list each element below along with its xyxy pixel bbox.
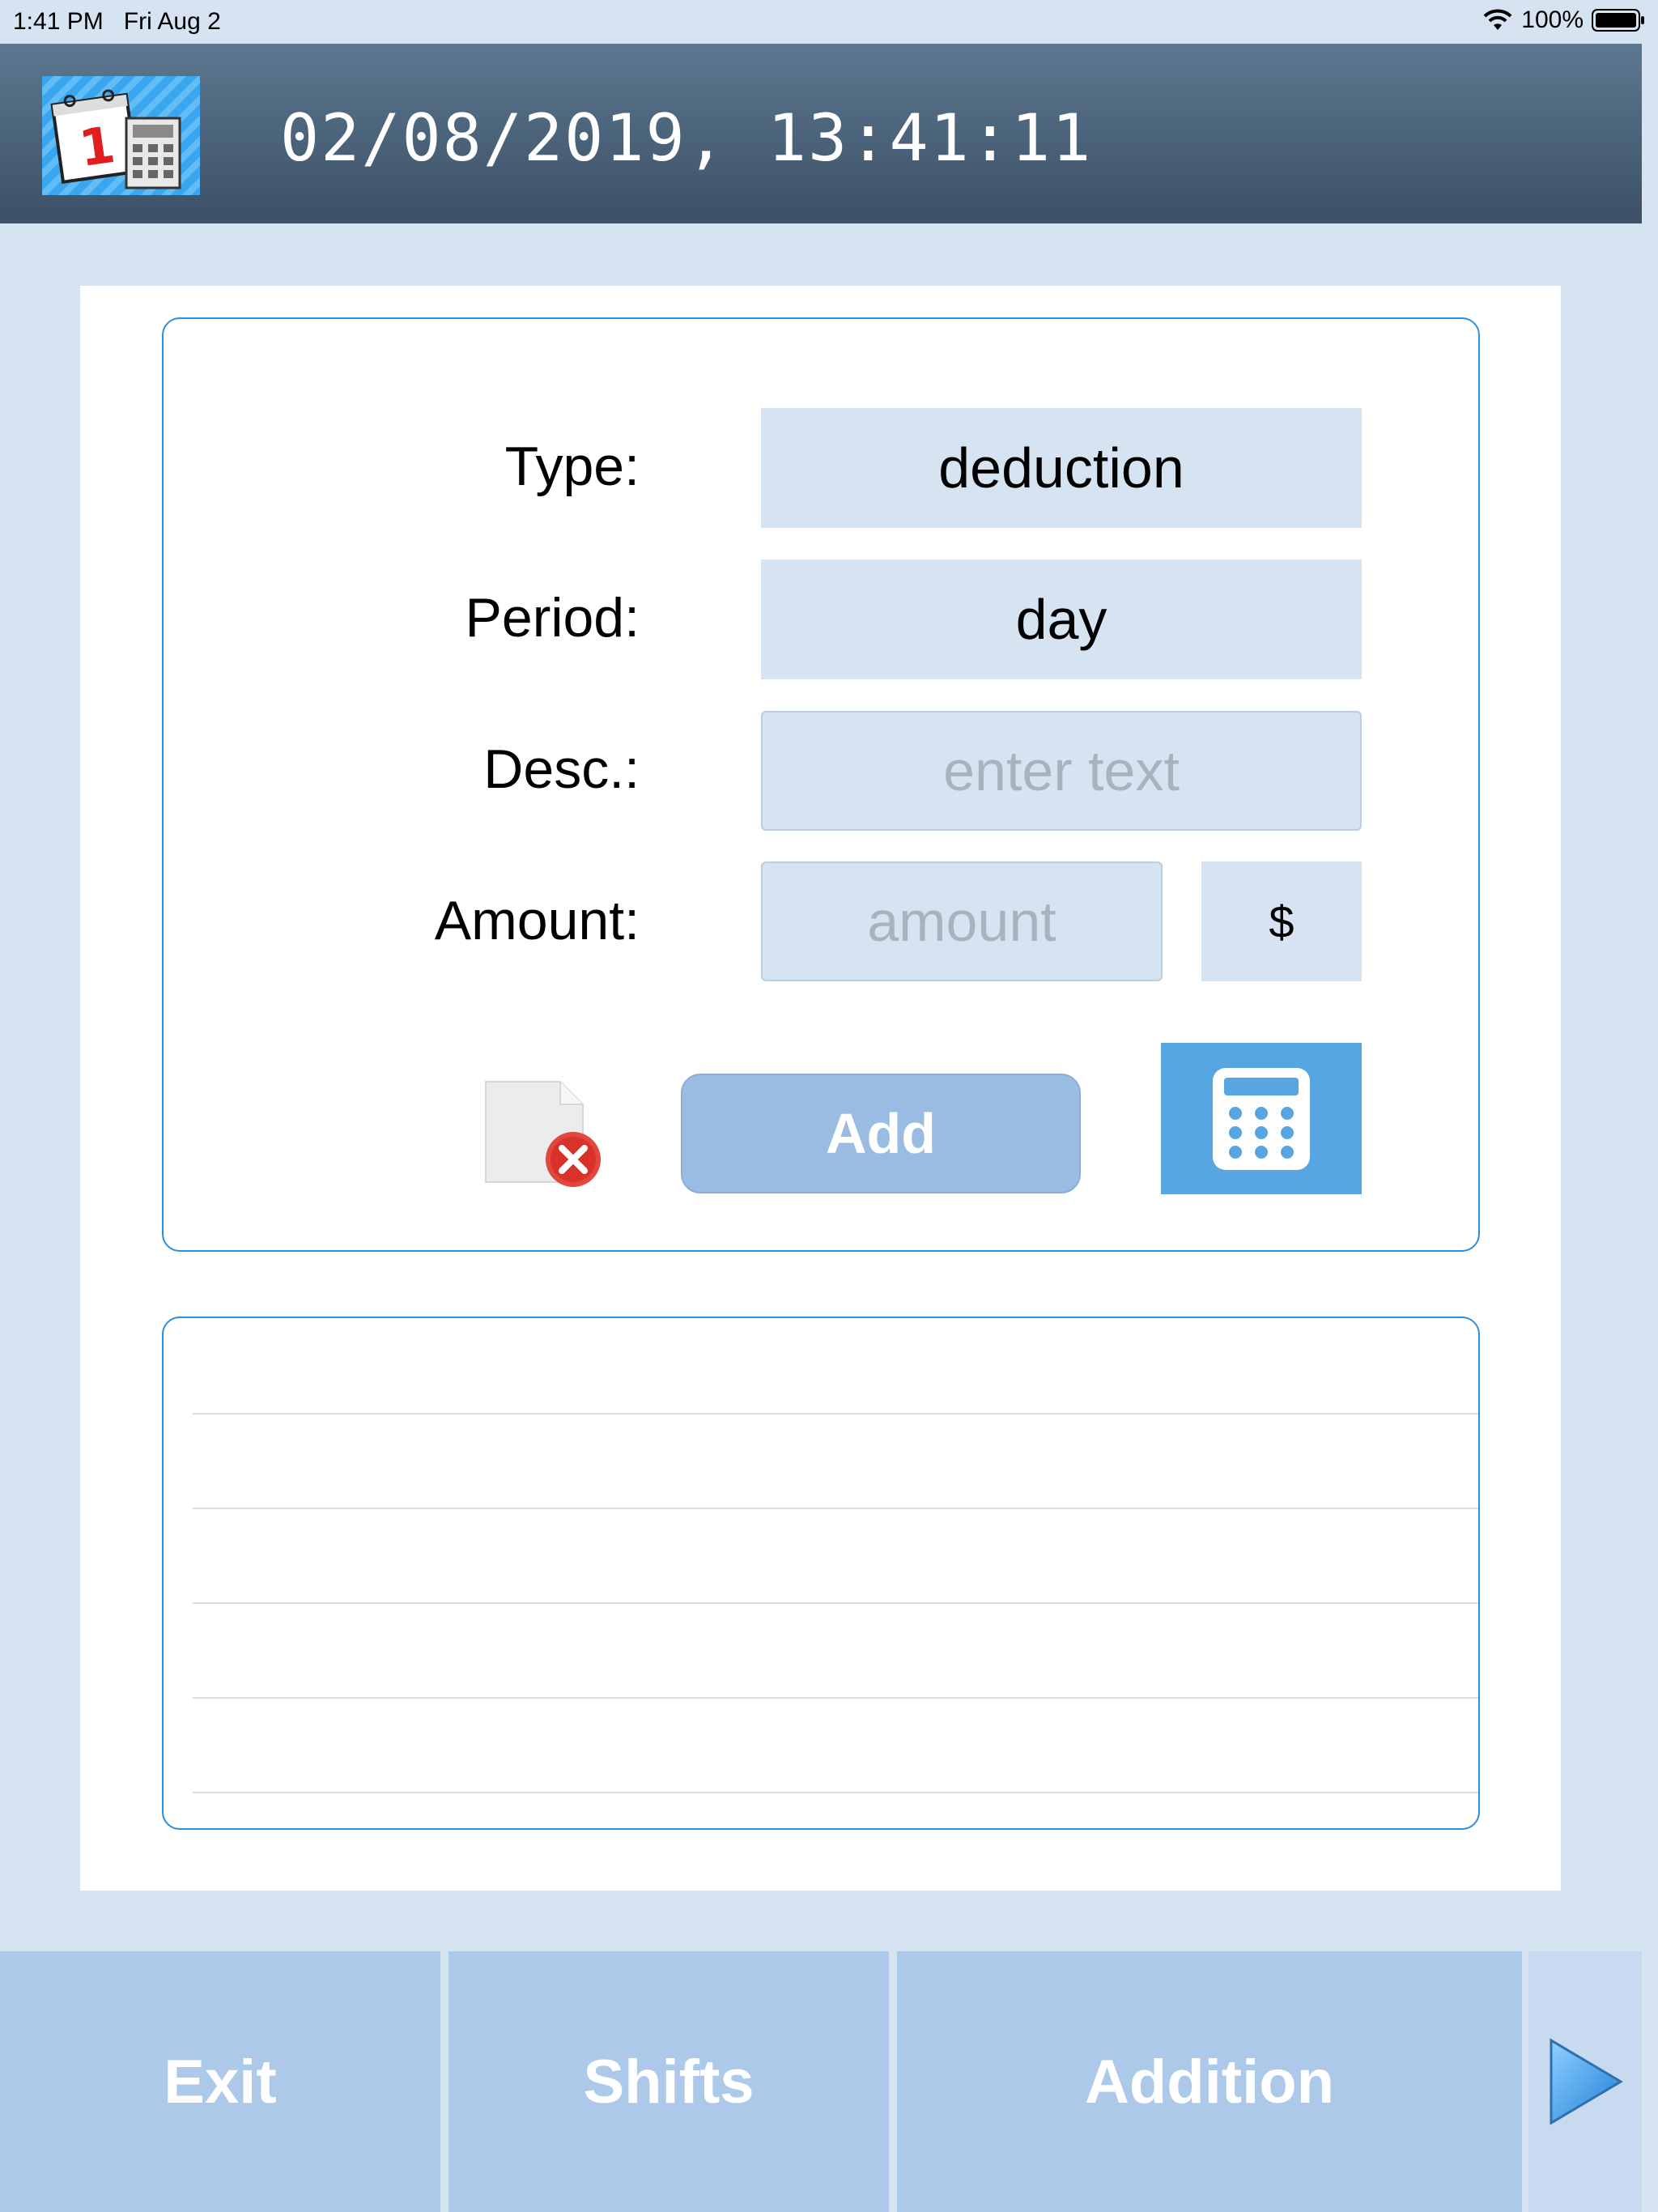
calculator-icon bbox=[1213, 1067, 1310, 1170]
list-item[interactable] bbox=[193, 1318, 1478, 1414]
calculator-button[interactable] bbox=[1161, 1043, 1362, 1194]
list-item[interactable] bbox=[193, 1508, 1478, 1604]
status-indicators: 100% bbox=[1482, 6, 1645, 34]
list-item[interactable] bbox=[193, 1602, 1478, 1699]
period-label: Period: bbox=[465, 587, 640, 649]
shifts-button[interactable]: Shifts bbox=[449, 1951, 889, 2212]
battery-percent: 100% bbox=[1521, 6, 1584, 33]
currency-selector[interactable]: $ bbox=[1201, 861, 1362, 981]
clear-document-icon[interactable] bbox=[483, 1078, 612, 1192]
period-selector[interactable]: day bbox=[761, 559, 1362, 679]
list-item[interactable] bbox=[193, 1413, 1478, 1509]
entries-list[interactable] bbox=[162, 1317, 1480, 1830]
next-button[interactable] bbox=[1528, 1951, 1642, 2212]
battery-icon bbox=[1592, 9, 1644, 32]
desc-label: Desc.: bbox=[483, 738, 640, 800]
list-item[interactable] bbox=[193, 1697, 1478, 1793]
amount-placeholder: amount bbox=[867, 890, 1056, 953]
type-value: deduction bbox=[938, 436, 1184, 500]
play-arrow-icon bbox=[1550, 2038, 1623, 2125]
amount-label: Amount: bbox=[434, 890, 640, 951]
exit-button[interactable]: Exit bbox=[0, 1951, 440, 2212]
status-time-date: 1:41 PM Fri Aug 2 bbox=[13, 8, 221, 36]
status-time: 1:41 PM bbox=[13, 8, 104, 35]
calendar-calculator-icon[interactable]: 1 bbox=[42, 76, 200, 195]
status-date: Fri Aug 2 bbox=[123, 8, 221, 35]
amount-input[interactable]: amount bbox=[761, 861, 1163, 981]
type-selector[interactable]: deduction bbox=[761, 408, 1362, 528]
addition-button[interactable]: Addition bbox=[897, 1951, 1522, 2212]
status-bar: 1:41 PM Fri Aug 2 100% bbox=[0, 0, 1658, 44]
wifi-icon bbox=[1483, 9, 1512, 30]
desc-placeholder: enter text bbox=[943, 739, 1180, 802]
bottom-nav: Exit Shifts Addition bbox=[0, 1951, 1642, 2212]
add-button[interactable]: Add bbox=[681, 1074, 1081, 1193]
type-label: Type: bbox=[504, 436, 640, 497]
desc-input[interactable]: enter text bbox=[761, 711, 1362, 831]
currency-symbol: $ bbox=[1269, 895, 1295, 947]
date-time-title: 02/08/2019, 13:41:11 bbox=[280, 100, 1093, 176]
period-value: day bbox=[1015, 588, 1107, 651]
header: 1 02/08/2019, 13:41:11 bbox=[0, 44, 1642, 223]
